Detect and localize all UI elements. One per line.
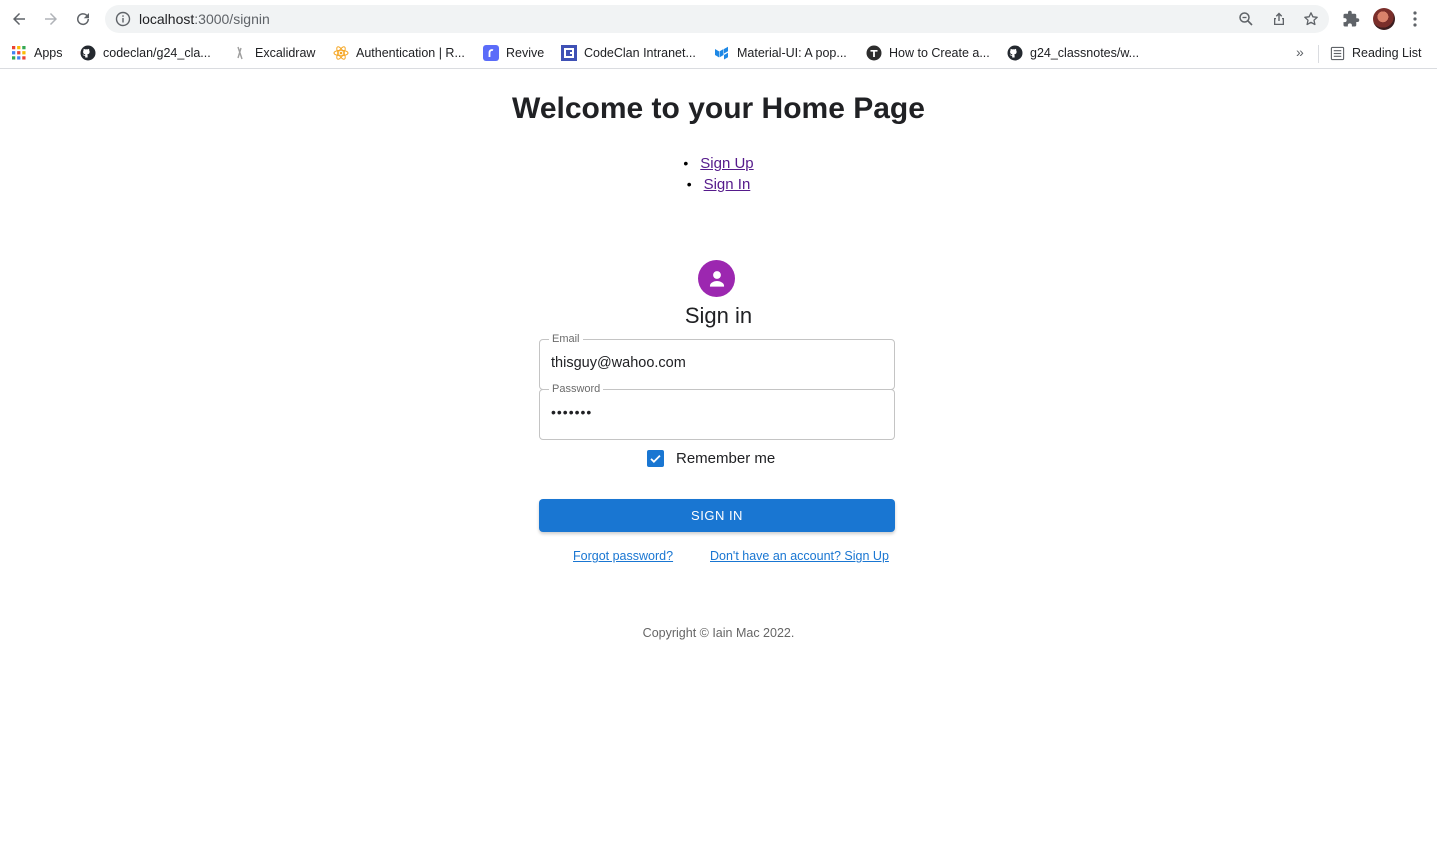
bookmark-excalidraw[interactable]: Excalidraw (232, 44, 315, 62)
reading-list-icon (1329, 45, 1345, 61)
reload-icon[interactable] (73, 9, 93, 29)
github-icon (80, 45, 96, 61)
bookmark-g24-classnotes[interactable]: g24_classnotes/w... (1007, 44, 1139, 62)
codeclan-icon (561, 45, 577, 61)
bookmark-codeclan-intranet[interactable]: CodeClan Intranet... (561, 44, 696, 62)
bookmark-revive[interactable]: Revive (483, 44, 544, 62)
bookmark-label: Material-UI: A pop... (737, 46, 847, 60)
bookmark-star-icon[interactable] (1303, 11, 1319, 27)
kebab-menu-icon[interactable] (1405, 9, 1425, 29)
sign-up-link[interactable]: Sign Up (700, 155, 753, 172)
bookmark-label: codeclan/g24_cla... (103, 46, 211, 60)
sign-up-prompt-link[interactable]: Don't have an account? Sign Up (710, 549, 889, 563)
nav-item-sign-up: Sign Up (0, 153, 1437, 174)
bookmark-label: How to Create a... (889, 46, 990, 60)
forward-arrow-icon[interactable] (41, 9, 61, 29)
reading-list-label: Reading List (1352, 46, 1422, 60)
remember-me-control[interactable]: Remember me (647, 449, 775, 467)
browser-toolbar: localhost:3000/signin (0, 0, 1437, 38)
bookmark-authentication[interactable]: Authentication | R... (333, 44, 465, 62)
remember-me-label: Remember me (676, 449, 776, 467)
bookmark-codeclan-g24[interactable]: codeclan/g24_cla... (80, 44, 211, 62)
nav-links: Sign Up Sign In (0, 153, 1437, 195)
bookmark-label: Apps (34, 46, 63, 60)
zoom-icon[interactable] (1238, 11, 1254, 27)
excalidraw-icon (232, 45, 248, 61)
material-ui-icon (714, 45, 730, 61)
bookmark-label: Authentication | R... (356, 46, 465, 60)
site-icon (866, 45, 882, 61)
bookmark-apps[interactable]: Apps (11, 44, 63, 62)
revive-icon (483, 45, 499, 61)
reading-list-button[interactable]: Reading List (1329, 44, 1422, 62)
person-icon (709, 270, 724, 287)
bookmark-label: g24_classnotes/w... (1030, 46, 1140, 60)
info-icon[interactable] (115, 11, 131, 27)
back-arrow-icon[interactable] (9, 9, 29, 29)
copyright-text: Copyright © Iain Mac 2022. (642, 626, 795, 640)
apps-grid-icon (11, 45, 27, 61)
url-path: :3000/signin (194, 11, 270, 27)
bookmarks-bar: Apps codeclan/g24_cla... Excalidraw Auth… (0, 38, 1437, 69)
password-label: Password (549, 382, 604, 396)
email-label: Email (549, 332, 583, 346)
bookmarks-divider (1318, 45, 1319, 63)
profile-avatar[interactable] (1373, 8, 1395, 30)
share-icon[interactable] (1271, 11, 1287, 27)
github-icon (1007, 45, 1023, 61)
bookmark-how-to-create[interactable]: How to Create a... (866, 44, 990, 62)
sign-in-link[interactable]: Sign In (704, 176, 751, 193)
nav-item-sign-in: Sign In (0, 174, 1437, 195)
remember-me-checkbox[interactable] (647, 449, 664, 467)
password-value: ••••••• (551, 404, 593, 420)
url-text: localhost:3000/signin (139, 11, 270, 27)
checkmark-icon (650, 454, 661, 463)
bookmark-material-ui[interactable]: Material-UI: A pop... (714, 44, 847, 62)
more-bookmarks-chevron-icon[interactable]: » (1296, 44, 1304, 60)
user-avatar (698, 260, 735, 297)
puzzle-icon[interactable] (1341, 9, 1361, 29)
forgot-password-link[interactable]: Forgot password? (573, 549, 673, 563)
url-host: localhost (139, 11, 195, 27)
sign-in-button[interactable]: SIGN IN (539, 499, 895, 532)
bookmark-label: Revive (506, 46, 545, 60)
address-bar[interactable]: localhost:3000/signin (105, 5, 1329, 33)
page-heading: Welcome to your Home Page (512, 92, 925, 125)
email-value: thisguy@wahoo.com (551, 355, 686, 371)
password-field[interactable]: Password ••••••• (539, 382, 895, 440)
bookmark-label: CodeClan Intranet... (584, 46, 696, 60)
sign-in-title: Sign in (684, 303, 753, 328)
bookmark-label: Excalidraw (255, 46, 316, 60)
react-icon (333, 45, 349, 61)
